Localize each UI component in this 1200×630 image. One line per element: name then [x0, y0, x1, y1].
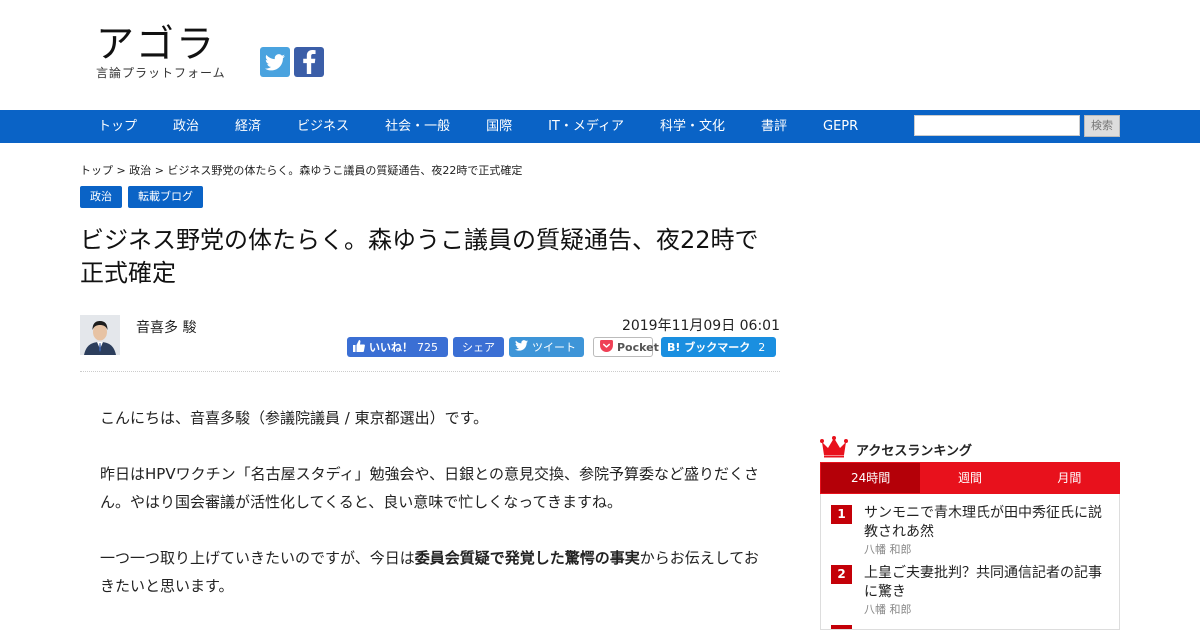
nav-item-science[interactable]: 科学・文化: [642, 110, 743, 143]
nav-item-international[interactable]: 国際: [468, 110, 530, 143]
list-item[interactable]: 2 上皇ご夫妻批判？共同通信記者の記事に驚き 八幡 和郎: [831, 564, 1109, 618]
pocket-label: Pocket: [617, 340, 659, 354]
like-label: いいね！: [369, 341, 413, 354]
paragraph-1: こんにちは、音喜多駿（参議院議員 / 東京都選出）です。: [100, 409, 489, 427]
access-ranking: アクセスランキング 24時間 週間 月間 1 サンモニで青木理氏が田中秀征氏に説…: [820, 436, 1120, 630]
ranking-tabs: 24時間 週間 月間: [820, 462, 1120, 494]
list-item[interactable]: 3: [831, 624, 1109, 629]
pocket-button[interactable]: Pocket: [593, 337, 659, 357]
paragraph-3-emphasis: 委員会質疑で発覚した驚愕の事実: [414, 549, 640, 567]
hatena-label: B! ブックマーク: [667, 341, 751, 354]
share-buttons: いいね！ 725 シェア ツイート Pocket B! ブックマーク 2: [347, 337, 776, 357]
rank-article-title[interactable]: 上皇ご夫妻批判？共同通信記者の記事に驚き: [864, 564, 1109, 602]
article-body: こんにちは、音喜多駿（参議院議員 / 東京都選出）です。 昨日はHPVワクチン「…: [100, 404, 765, 628]
category-tags: 政治 転載ブログ: [80, 186, 203, 208]
article-title: ビジネス野党の体たらく。森ゆうこ議員の質疑通告、夜22時で正式確定: [80, 226, 759, 287]
site-logo[interactable]: アゴラ 言論プラットフォーム: [96, 22, 226, 81]
nav-item-business[interactable]: ビジネス: [279, 110, 367, 143]
twitter-bird-icon: [515, 340, 528, 354]
tab-weekly[interactable]: 週間: [920, 463, 1019, 493]
tweet-button[interactable]: ツイート: [509, 337, 584, 357]
ranking-list: 1 サンモニで青木理氏が田中秀征氏に説教されあ然 八幡 和郎 2 上皇ご夫妻批判…: [820, 494, 1120, 630]
facebook-share-button[interactable]: シェア: [453, 337, 504, 357]
ranking-header: アクセスランキング: [820, 436, 1120, 462]
tab-24h[interactable]: 24時間: [821, 463, 921, 493]
paragraph-3: 一つ一つ取り上げていきたいのですが、今日は委員会質疑で発覚した驚愕の事実からお伝…: [100, 544, 765, 600]
search-button[interactable]: 検索: [1084, 115, 1120, 137]
search-input[interactable]: [914, 115, 1080, 136]
divider: [80, 371, 780, 372]
social-links: [260, 47, 324, 77]
nav-item-gepr[interactable]: GEPR: [805, 110, 876, 143]
like-count: 725: [417, 340, 438, 354]
tab-monthly[interactable]: 月間: [1020, 463, 1119, 493]
ranking-title: アクセスランキング: [856, 443, 972, 459]
author-name[interactable]: 音喜多 駿: [136, 317, 196, 337]
search-box: 検索: [914, 115, 1120, 137]
nav-item-it-media[interactable]: IT・メディア: [530, 110, 642, 143]
hatena-bookmark-button[interactable]: B! ブックマーク 2: [661, 337, 776, 357]
rank-number: 3: [831, 625, 852, 629]
facebook-icon[interactable]: [294, 47, 324, 77]
logo-text: アゴラ: [96, 22, 217, 66]
list-item[interactable]: 1 サンモニで青木理氏が田中秀征氏に説教されあ然 八幡 和郎: [831, 504, 1109, 558]
paragraph-3-start: 一つ一つ取り上げていきたいのですが、今日は: [100, 549, 415, 567]
nav-item-society[interactable]: 社会・一般: [367, 110, 468, 143]
rank-number: 1: [831, 505, 852, 524]
author-avatar[interactable]: [80, 315, 120, 355]
logo-tagline: 言論プラットフォーム: [96, 66, 226, 80]
crown-icon: [820, 436, 848, 462]
tweet-label: ツイート: [532, 341, 576, 354]
rank-number: 2: [831, 565, 852, 584]
nav-item-economy[interactable]: 経済: [217, 110, 279, 143]
tag-politics[interactable]: 政治: [80, 186, 122, 208]
site-header: アゴラ 言論プラットフォーム: [0, 0, 1200, 110]
tag-reblog[interactable]: 転載ブログ: [128, 186, 203, 208]
thumbs-up-icon: [353, 339, 365, 355]
rank-article-title[interactable]: サンモニで青木理氏が田中秀征氏に説教されあ然: [864, 504, 1109, 542]
pocket-icon: [600, 339, 613, 355]
rank-author: 八幡 和郎: [864, 603, 912, 616]
paragraph-2: 昨日はHPVワクチン「名古屋スタディ」勉強会や、日銀との意見交換、参院予算委など…: [100, 465, 759, 511]
hatena-count: 2: [758, 340, 766, 354]
breadcrumb[interactable]: トップ > 政治 > ビジネス野党の体たらく。森ゆうこ議員の質疑通告、夜22時で…: [80, 162, 522, 178]
nav-item-books[interactable]: 書評: [743, 110, 805, 143]
publish-date: 2019年11月09日 06:01: [621, 318, 780, 334]
nav-item-politics[interactable]: 政治: [155, 110, 217, 143]
twitter-icon[interactable]: [260, 47, 290, 77]
rank-author: 八幡 和郎: [864, 543, 912, 556]
facebook-like-button[interactable]: いいね！ 725: [347, 337, 448, 357]
nav-item-top[interactable]: トップ: [80, 110, 155, 143]
